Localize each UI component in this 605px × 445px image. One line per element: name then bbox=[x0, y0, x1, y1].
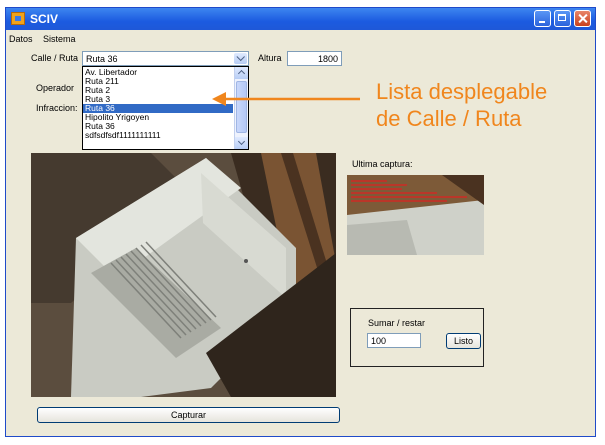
listo-button[interactable]: Listo bbox=[446, 333, 481, 349]
infraccion-label: Infraccion: bbox=[36, 103, 78, 113]
title-bar[interactable]: SCIV bbox=[6, 8, 595, 30]
operador-label: Operador bbox=[36, 83, 75, 93]
calle-ruta-combo[interactable]: Ruta 36 bbox=[82, 51, 249, 66]
camera-view bbox=[31, 153, 336, 397]
sumar-restar-label: Sumar / restar bbox=[368, 318, 426, 328]
list-item[interactable]: sdfsdfsdf1111111111 bbox=[85, 131, 233, 140]
annotation-line-2: de Calle / Ruta bbox=[376, 106, 522, 131]
app-icon bbox=[11, 12, 25, 25]
menu-datos[interactable]: Datos bbox=[9, 34, 33, 44]
menu-bar: Datos Sistema bbox=[6, 30, 595, 48]
annotation-arrow bbox=[212, 92, 360, 106]
calle-ruta-label: Calle / Ruta bbox=[31, 53, 79, 63]
chevron-down-icon[interactable] bbox=[234, 53, 247, 64]
altura-value: 1800 bbox=[317, 54, 338, 64]
sumar-restar-group: Sumar / restar 100 Listo bbox=[350, 308, 484, 367]
capturar-button[interactable]: Capturar bbox=[37, 407, 340, 423]
camera-image bbox=[31, 153, 336, 397]
scroll-up-icon[interactable] bbox=[235, 67, 248, 79]
last-capture-picture bbox=[347, 175, 484, 255]
altura-input[interactable]: 1800 bbox=[287, 51, 342, 66]
sumar-restar-value: 100 bbox=[371, 336, 387, 346]
scroll-down-icon[interactable] bbox=[235, 137, 248, 149]
maximize-button[interactable] bbox=[554, 10, 571, 27]
annotation-line-1: Lista desplegable bbox=[376, 79, 548, 104]
close-button[interactable] bbox=[574, 10, 591, 27]
altura-label: Altura bbox=[258, 53, 282, 63]
minimize-button[interactable] bbox=[534, 10, 551, 27]
last-capture-image bbox=[347, 175, 484, 255]
calle-ruta-value: Ruta 36 bbox=[86, 54, 118, 64]
window-title: SCIV bbox=[30, 12, 59, 26]
ultima-captura-label: Ultima captura: bbox=[352, 159, 413, 169]
sumar-restar-input[interactable]: 100 bbox=[367, 333, 421, 348]
menu-sistema[interactable]: Sistema bbox=[43, 34, 76, 44]
